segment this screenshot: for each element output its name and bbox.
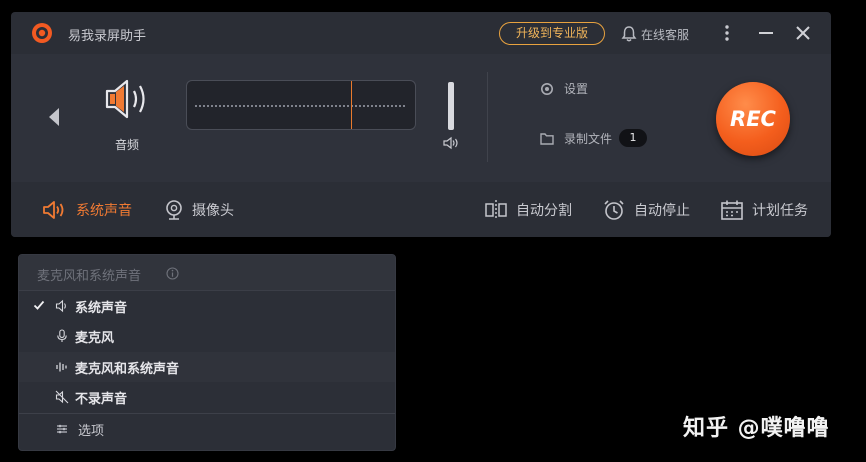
- dropdown-item-label: 麦克风和系统声音: [75, 362, 180, 377]
- webcam-icon: [166, 199, 182, 220]
- dropdown-header: 麦克风和系统声音: [19, 255, 395, 291]
- files-count-badge: 1: [619, 129, 648, 147]
- check-icon: [33, 300, 45, 310]
- chevron-left-icon[interactable]: [47, 107, 61, 127]
- dropdown-item-label: 麦克风: [75, 331, 115, 346]
- alarm-icon: [604, 199, 624, 220]
- microphone-icon: [57, 329, 67, 342]
- mute-icon: [55, 390, 69, 404]
- recorded-files-button[interactable]: 录制文件 1: [540, 129, 648, 147]
- settings-button[interactable]: 设置: [540, 80, 588, 97]
- minimize-icon[interactable]: [756, 23, 776, 43]
- speaker-icon: [105, 79, 145, 119]
- split-icon: [485, 199, 507, 220]
- folder-icon: [540, 132, 554, 145]
- audio-source-label: 音频: [114, 138, 139, 152]
- dropdown-item-microphone[interactable]: 麦克风: [19, 321, 395, 351]
- audio-source-dropdown: 麦克风和系统声音 系统声音 麦克风 麦克风和系统声音 不录声音 选项: [18, 254, 396, 451]
- auto-stop-button[interactable]: 自动停止: [602, 182, 690, 237]
- camera-label: 摄像头: [192, 202, 234, 219]
- speaker-icon: [43, 200, 64, 219]
- settings-label: 设置: [564, 82, 589, 96]
- recorded-files-label: 录制文件: [564, 131, 613, 146]
- volume-slider[interactable]: [448, 82, 454, 130]
- system-sound-label: 系统声音: [76, 202, 132, 219]
- online-support-label: 在线客服: [641, 27, 690, 42]
- audio-level-meter: [186, 80, 416, 130]
- dropdown-item-system-sound[interactable]: 系统声音: [19, 291, 395, 321]
- more-icon[interactable]: [721, 23, 733, 43]
- dropdown-item-no-sound[interactable]: 不录声音: [19, 382, 395, 412]
- app-logo-icon: [32, 23, 52, 43]
- audio-source-selector[interactable]: 音频: [97, 78, 157, 156]
- title-bar: 易我录屏助手 升级到专业版 在线客服: [11, 12, 831, 54]
- main-panel: 音频 设置 录制文件 1 REC: [11, 54, 831, 182]
- meter-needle: [351, 81, 352, 129]
- speaker-icon: [55, 299, 66, 313]
- dropdown-item-label: 不录声音: [75, 392, 128, 407]
- auto-split-button[interactable]: 自动分割: [484, 182, 572, 237]
- dropdown-item-label: 系统声音: [75, 301, 128, 316]
- dropdown-header-label: 麦克风和系统声音: [37, 269, 142, 284]
- close-icon[interactable]: [793, 23, 813, 43]
- schedule-task-label: 计划任务: [752, 202, 808, 219]
- auto-split-label: 自动分割: [516, 202, 572, 219]
- dropdown-options-label: 选项: [78, 424, 105, 439]
- system-sound-button[interactable]: 系统声音: [42, 182, 132, 237]
- online-support-button[interactable]: 在线客服: [621, 24, 689, 44]
- schedule-task-button[interactable]: 计划任务: [720, 182, 808, 237]
- gear-icon: [541, 82, 553, 95]
- recorder-window: 易我录屏助手 升级到专业版 在线客服 音频 设置 录制文件 1 REC 系统声音…: [11, 12, 831, 237]
- auto-stop-label: 自动停止: [634, 202, 690, 219]
- bell-icon: [621, 26, 637, 42]
- watermark: 知乎 @噗噜噜: [683, 416, 830, 441]
- waveform-icon: [56, 362, 67, 372]
- volume-icon: [443, 136, 458, 150]
- record-button[interactable]: REC: [716, 82, 790, 156]
- info-icon[interactable]: [166, 267, 179, 280]
- meter-track: [195, 105, 407, 107]
- app-title: 易我录屏助手: [68, 29, 147, 44]
- bottom-toolbar: 系统声音 摄像头 自动分割 自动停止 计划任务: [11, 182, 831, 237]
- calendar-icon: [721, 200, 743, 220]
- camera-button[interactable]: 摄像头: [164, 182, 234, 237]
- upgrade-button[interactable]: 升级到专业版: [499, 22, 605, 45]
- options-icon: [57, 424, 67, 434]
- dropdown-options[interactable]: 选项: [19, 414, 395, 444]
- panel-divider: [487, 72, 488, 162]
- dropdown-item-mic-and-system[interactable]: 麦克风和系统声音: [19, 352, 395, 382]
